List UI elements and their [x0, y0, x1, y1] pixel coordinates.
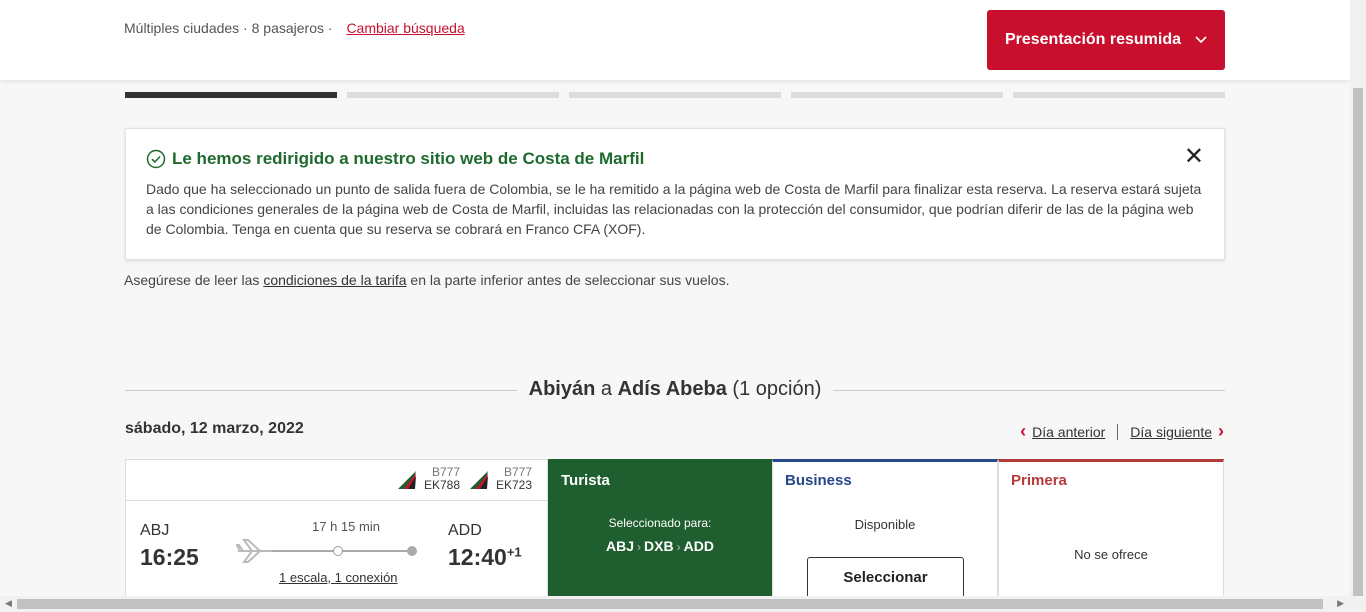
next-day-link[interactable]: Día siguiente — [1130, 424, 1212, 440]
progress-step — [347, 92, 559, 98]
route-origin: Abiyán — [528, 378, 596, 400]
plane-icon — [236, 539, 272, 563]
progress-step — [791, 92, 1003, 98]
origin-code: ABJ — [140, 522, 170, 539]
alert-title: Le hemos redirigido a nuestro sitio web … — [146, 149, 1204, 169]
redirect-alert: Le hemos redirigido a nuestro sitio web … — [125, 128, 1225, 260]
top-bar: Múltiples ciudades · 8 pasajeros · Cambi… — [0, 0, 1350, 80]
flight-date: sábado, 12 marzo, 2022 — [125, 420, 304, 437]
route-heading: Abiyán a Adís Abeba (1 opción) — [125, 378, 1225, 401]
destination-code: ADD — [448, 522, 482, 539]
chevron-down-icon — [1195, 36, 1207, 44]
close-icon[interactable]: ✕ — [1184, 145, 1204, 169]
cabin-turista-title: Turista — [561, 472, 610, 489]
change-search-link[interactable]: Cambiar búsqueda — [346, 20, 464, 36]
day-nav-separator — [1117, 423, 1119, 440]
horizontal-scrollbar[interactable]: ◀ ▶ — [0, 596, 1366, 612]
flight-card-header: B777 EK788 B777 EK723 — [126, 460, 547, 501]
flight-card-body: ABJ 16:25 17 h 15 min 1 escala, 1 conexi… — [126, 501, 547, 599]
flight-duration: 17 h 15 min — [312, 519, 380, 534]
previous-day-link[interactable]: Día anterior — [1032, 424, 1105, 440]
chevron-left-icon[interactable]: ‹ — [1020, 421, 1026, 442]
business-availability: Disponible — [854, 517, 916, 532]
path-airport: ADD — [683, 538, 714, 554]
vertical-scrollbar-thumb[interactable] — [1353, 88, 1363, 596]
path-chevron-icon: › — [676, 540, 681, 554]
segment-flight-number: EK723 — [496, 478, 533, 492]
scroll-right-icon[interactable]: ▶ — [1337, 598, 1344, 609]
arrival-time: 12:40+1 — [448, 544, 522, 571]
alert-body: Dado que ha seleccionado un punto de sal… — [146, 181, 1202, 237]
chevron-right-icon[interactable]: › — [1218, 421, 1224, 442]
check-circle-icon — [146, 149, 166, 169]
arrival-day-offset: +1 — [506, 544, 522, 560]
hint-text-after: en la parte inferior antes de selecciona… — [406, 272, 730, 288]
stop-marker — [333, 546, 343, 556]
route-options-count: (1 opción) — [732, 378, 822, 400]
fare-conditions-hint: Asegúrese de leer las condiciones de la … — [124, 272, 729, 288]
presentation-summary-label: Presentación resumida — [1004, 31, 1182, 48]
cabin-business-title: Business — [785, 472, 852, 489]
flight-card: B777 EK788 B777 EK723 ABJ 16:25 17 h 15 mi… — [125, 459, 548, 599]
hint-text-before: Asegúrese de leer las — [124, 272, 264, 288]
scroll-left-icon[interactable]: ◀ — [5, 598, 12, 609]
cabin-primera: Primera No se ofrece — [998, 459, 1224, 599]
route-destination: Adís Abeba — [617, 378, 727, 400]
select-business-button[interactable]: Seleccionar — [807, 557, 964, 598]
cabin-turista[interactable]: Turista Seleccionado para: ABJ › DXB › ADD — [548, 459, 772, 599]
selected-for-label: Seleccionado para: — [608, 516, 712, 530]
day-navigation: ‹ Día anterior Día siguiente › — [1020, 421, 1224, 442]
primera-availability: No se ofrece — [1074, 547, 1148, 562]
segment-flight-number: EK788 — [424, 478, 461, 492]
route-connector: a — [600, 378, 613, 400]
segment-carrier: B777 EK788 — [396, 466, 460, 492]
fare-conditions-link[interactable]: condiciones de la tarifa — [263, 272, 406, 288]
arrival-time-value: 12:40 — [448, 544, 507, 570]
booking-progress — [125, 92, 1225, 98]
alert-title-text: Le hemos redirigido a nuestro sitio web … — [172, 149, 645, 168]
vertical-scrollbar[interactable] — [1350, 0, 1366, 596]
destination-marker — [407, 546, 417, 556]
cabin-primera-title: Primera — [1011, 472, 1067, 489]
cabin-business: Business Disponible Seleccionar — [772, 459, 998, 599]
path-airport: ABJ — [606, 538, 635, 554]
departure-time: 16:25 — [140, 544, 199, 570]
selected-route-path: ABJ › DXB › ADD — [549, 538, 771, 554]
progress-step — [1013, 92, 1225, 98]
path-chevron-icon: › — [637, 540, 642, 554]
search-summary-text: Múltiples ciudades · 8 pasajeros · — [124, 20, 333, 36]
airline-tail-icon — [470, 471, 488, 489]
airline-tail-icon — [398, 471, 416, 489]
segment-carrier: B777 EK723 — [468, 466, 532, 492]
stops-link[interactable]: 1 escala, 1 conexión — [279, 570, 398, 585]
progress-step — [569, 92, 781, 98]
horizontal-scrollbar-thumb[interactable] — [17, 599, 1323, 609]
progress-step — [125, 92, 337, 98]
presentation-summary-button[interactable]: Presentación resumida — [987, 10, 1225, 70]
search-summary: Múltiples ciudades · 8 pasajeros · Cambi… — [124, 20, 465, 36]
path-airport: DXB — [644, 538, 674, 554]
